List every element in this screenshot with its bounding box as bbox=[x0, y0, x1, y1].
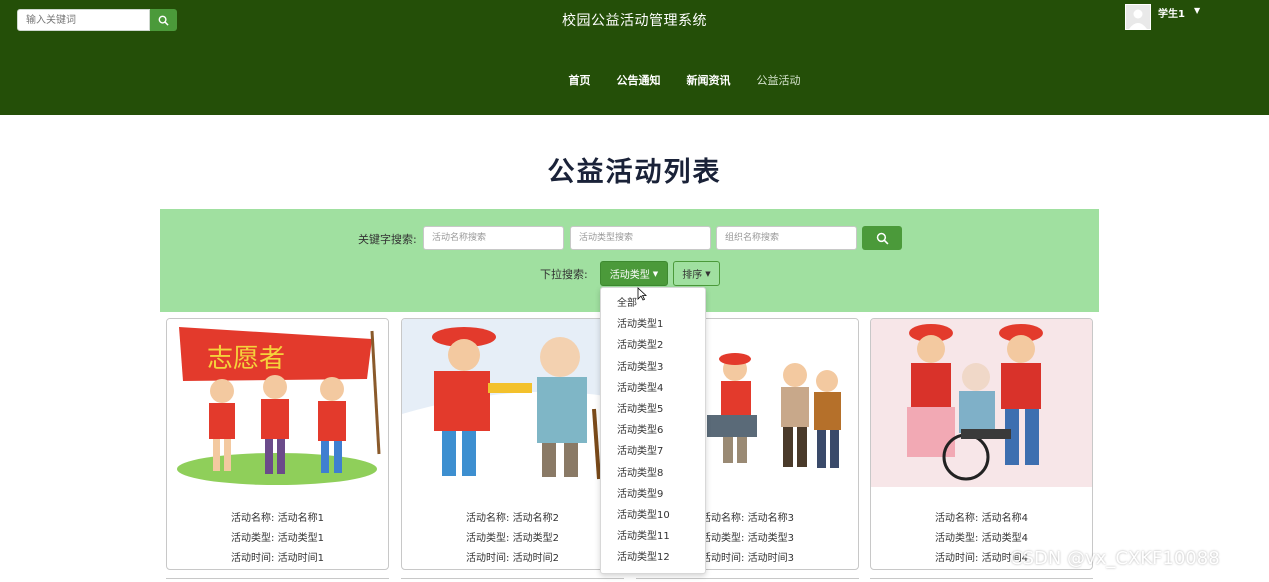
dropdown-item-type-9[interactable]: 活动类型9 bbox=[601, 484, 705, 505]
card-activity-name: 活动名称: 活动名称4 bbox=[935, 513, 1028, 524]
nav-news[interactable]: 新闻资讯 bbox=[687, 72, 731, 88]
card-activity-type: 活动类型: 活动类型4 bbox=[935, 533, 1028, 544]
caret-down-icon: ▼ bbox=[705, 269, 711, 278]
nav-home[interactable]: 首页 bbox=[569, 72, 591, 88]
activity-card-1[interactable]: 志愿者 活动名称: 活动名称1 活动类型: 活动类型1 活动时间: 活动时间1 bbox=[166, 318, 389, 570]
dropdown-item-type-10[interactable]: 活动类型10 bbox=[601, 505, 705, 526]
organization-search-input[interactable] bbox=[716, 226, 857, 250]
dropdown-item-type-7[interactable]: 活动类型7 bbox=[601, 441, 705, 462]
next-row-card-edge bbox=[870, 578, 1093, 582]
card-activity-name: 活动名称: 活动名称2 bbox=[466, 513, 559, 524]
main-nav: 首页 公告通知 新闻资讯 公益活动 bbox=[0, 72, 1269, 88]
banner-text: 志愿者 bbox=[207, 344, 285, 374]
search-icon bbox=[876, 232, 888, 244]
card-activity-type: 活动类型: 活动类型2 bbox=[466, 533, 559, 544]
sort-dropdown-label: 排序 bbox=[682, 270, 703, 281]
nav-notices[interactable]: 公告通知 bbox=[617, 72, 661, 88]
dropdown-item-type-3[interactable]: 活动类型3 bbox=[601, 357, 705, 378]
page-title: 公益活动列表 bbox=[547, 157, 722, 188]
next-row-card-edge bbox=[401, 578, 624, 582]
dropdown-item-type-11[interactable]: 活动类型11 bbox=[601, 526, 705, 547]
card-info: 活动名称: 活动名称1 活动类型: 活动类型1 活动时间: 活动时间1 bbox=[167, 509, 388, 569]
keyword-search-label: 关键字搜索: bbox=[358, 233, 417, 246]
caret-down-icon: ▼ bbox=[652, 269, 659, 278]
activity-type-dropdown-label: 活动类型 bbox=[609, 270, 650, 281]
dropdown-item-type-4[interactable]: 活动类型4 bbox=[601, 378, 705, 399]
user-menu-caret-icon[interactable]: ▼ bbox=[1194, 6, 1200, 15]
user-avatar[interactable] bbox=[1125, 4, 1151, 30]
nav-activities[interactable]: 公益活动 bbox=[757, 72, 801, 88]
card-activity-type: 活动类型: 活动类型1 bbox=[231, 533, 324, 544]
dropdown-item-type-1[interactable]: 活动类型1 bbox=[601, 314, 705, 335]
activity-name-search-input[interactable] bbox=[423, 226, 564, 250]
mouse-cursor-icon bbox=[637, 287, 647, 301]
volunteer-helping-elder-illustration bbox=[402, 319, 623, 487]
volunteer-group-illustration: 志愿者 bbox=[167, 319, 388, 487]
user-name[interactable]: 学生1 bbox=[1158, 5, 1185, 20]
activity-type-search-input[interactable] bbox=[570, 226, 711, 250]
card-activity-time: 活动时间: 活动时间1 bbox=[231, 553, 324, 564]
site-title: 校园公益活动管理系统 bbox=[562, 13, 707, 29]
user-avatar-icon bbox=[1129, 9, 1147, 29]
volunteers-with-wheelchair-illustration bbox=[871, 319, 1092, 487]
next-row-card-edge bbox=[636, 578, 859, 582]
activity-card-2[interactable]: 活动名称: 活动名称2 活动类型: 活动类型2 活动时间: 活动时间2 bbox=[401, 318, 624, 570]
watermark: CSDN @vx_CXKF10088 bbox=[1010, 548, 1220, 569]
dropdown-search-label: 下拉搜索: bbox=[540, 268, 588, 281]
dropdown-item-type-2[interactable]: 活动类型2 bbox=[601, 335, 705, 356]
activity-card-4[interactable]: 活动名称: 活动名称4 活动类型: 活动类型4 活动时间: 活动时间4 bbox=[870, 318, 1093, 570]
sort-dropdown-button[interactable]: 排序 ▼ bbox=[673, 261, 720, 286]
card-activity-time: 活动时间: 活动时间2 bbox=[466, 553, 559, 564]
dropdown-item-type-12[interactable]: 活动类型12 bbox=[601, 547, 705, 568]
dropdown-item-type-6[interactable]: 活动类型6 bbox=[601, 420, 705, 441]
dropdown-item-all[interactable]: 全部 bbox=[601, 293, 705, 314]
next-row-card-edge bbox=[166, 578, 389, 582]
activity-type-dropdown-menu: 全部 活动类型1 活动类型2 活动类型3 活动类型4 活动类型5 活动类型6 活… bbox=[600, 287, 706, 574]
card-info: 活动名称: 活动名称2 活动类型: 活动类型2 活动时间: 活动时间2 bbox=[402, 509, 623, 569]
activity-type-dropdown-button[interactable]: 活动类型 ▼ bbox=[600, 261, 668, 286]
dropdown-item-type-5[interactable]: 活动类型5 bbox=[601, 399, 705, 420]
dropdown-item-type-8[interactable]: 活动类型8 bbox=[601, 463, 705, 484]
keyword-search-button[interactable] bbox=[862, 226, 902, 250]
card-activity-name: 活动名称: 活动名称1 bbox=[231, 513, 324, 524]
